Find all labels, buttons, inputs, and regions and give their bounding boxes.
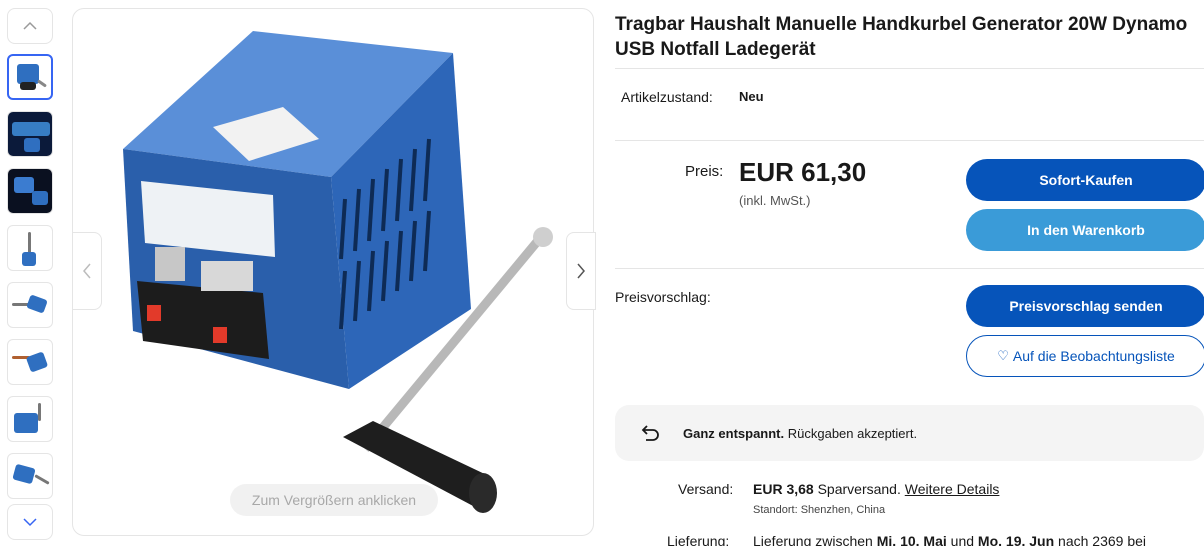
shipping-value: EUR 3,68 Sparversand. Weitere Details bbox=[753, 481, 999, 497]
delivery-date-from: Mi. 10. Mai bbox=[876, 533, 947, 546]
chevron-up-icon bbox=[23, 21, 37, 30]
delivery-prefix: Lieferung zwischen bbox=[753, 533, 877, 546]
thumbnails-down-button[interactable] bbox=[7, 504, 53, 540]
add-to-cart-button[interactable]: In den Warenkorb bbox=[966, 209, 1204, 251]
shipping-label: Versand: bbox=[678, 481, 734, 497]
watchlist-label: Auf die Beobachtungsliste bbox=[1012, 348, 1175, 364]
thumbnail-list bbox=[6, 54, 56, 499]
delivery-mid: und bbox=[946, 533, 978, 546]
price-tax-note: (inkl. MwSt.) bbox=[739, 193, 811, 208]
zoom-hint[interactable]: Zum Vergrößern anklicken bbox=[230, 484, 438, 516]
make-offer-button[interactable]: Preisvorschlag senden bbox=[966, 285, 1204, 327]
chevron-down-icon bbox=[23, 518, 37, 527]
thumbnail-1[interactable] bbox=[7, 54, 53, 100]
thumbnail-2[interactable] bbox=[7, 111, 53, 157]
thumbnail-3[interactable] bbox=[7, 168, 53, 214]
return-arrow-icon bbox=[641, 425, 659, 441]
returns-rest: Rückgaben akzeptiert. bbox=[784, 425, 918, 441]
returns-bold: Ganz entspannt. bbox=[683, 425, 785, 441]
delivery-suffix: nach 2369 bei bbox=[1054, 533, 1147, 546]
thumbnail-8[interactable] bbox=[7, 453, 53, 499]
next-image-button[interactable] bbox=[566, 232, 596, 310]
chevron-left-icon bbox=[83, 263, 91, 279]
divider bbox=[615, 68, 1204, 69]
offer-label: Preisvorschlag: bbox=[615, 289, 711, 305]
heart-icon: ♡ bbox=[997, 348, 1009, 363]
shipping-details-link[interactable]: Weitere Details bbox=[905, 481, 1000, 497]
divider bbox=[615, 268, 1204, 269]
returns-banner: Ganz entspannt. Rückgaben akzeptiert. bbox=[615, 405, 1204, 461]
thumbnail-strip bbox=[6, 8, 56, 540]
previous-image-button[interactable] bbox=[72, 232, 102, 310]
buy-now-button[interactable]: Sofort-Kaufen bbox=[966, 159, 1204, 201]
shipping-location: Standort: Shenzhen, China bbox=[753, 504, 886, 516]
shipping-price: EUR 3,68 bbox=[753, 481, 814, 497]
delivery-label: Lieferung: bbox=[667, 533, 730, 546]
condition-value: Neu bbox=[739, 89, 764, 104]
watchlist-button[interactable]: ♡ Auf die Beobachtungsliste bbox=[966, 335, 1204, 377]
thumbnails-up-button[interactable] bbox=[7, 8, 53, 44]
divider bbox=[615, 140, 1204, 141]
returns-text: Ganz entspannt. Rückgaben akzeptiert. bbox=[683, 426, 917, 441]
shipping-method: Sparversand. bbox=[813, 481, 905, 497]
product-title: Tragbar Haushalt Manuelle Handkurbel Gen… bbox=[615, 14, 1188, 60]
thumbnail-4[interactable] bbox=[7, 225, 53, 271]
price-label: Preis: bbox=[685, 163, 724, 180]
price-value: EUR 61,30 bbox=[739, 157, 867, 187]
thumbnail-7[interactable] bbox=[7, 396, 53, 442]
chevron-right-icon bbox=[577, 263, 585, 279]
condition-label: Artikelzustand: bbox=[621, 89, 713, 105]
thumbnail-5[interactable] bbox=[7, 282, 53, 328]
delivery-date-to: Mo. 19. Jun bbox=[977, 533, 1055, 546]
product-photo bbox=[123, 31, 553, 513]
main-product-image[interactable] bbox=[72, 8, 594, 536]
delivery-value: Lieferung zwischen Mi. 10. Mai und Mo. 1… bbox=[753, 533, 1146, 546]
thumbnail-6[interactable] bbox=[7, 339, 53, 385]
